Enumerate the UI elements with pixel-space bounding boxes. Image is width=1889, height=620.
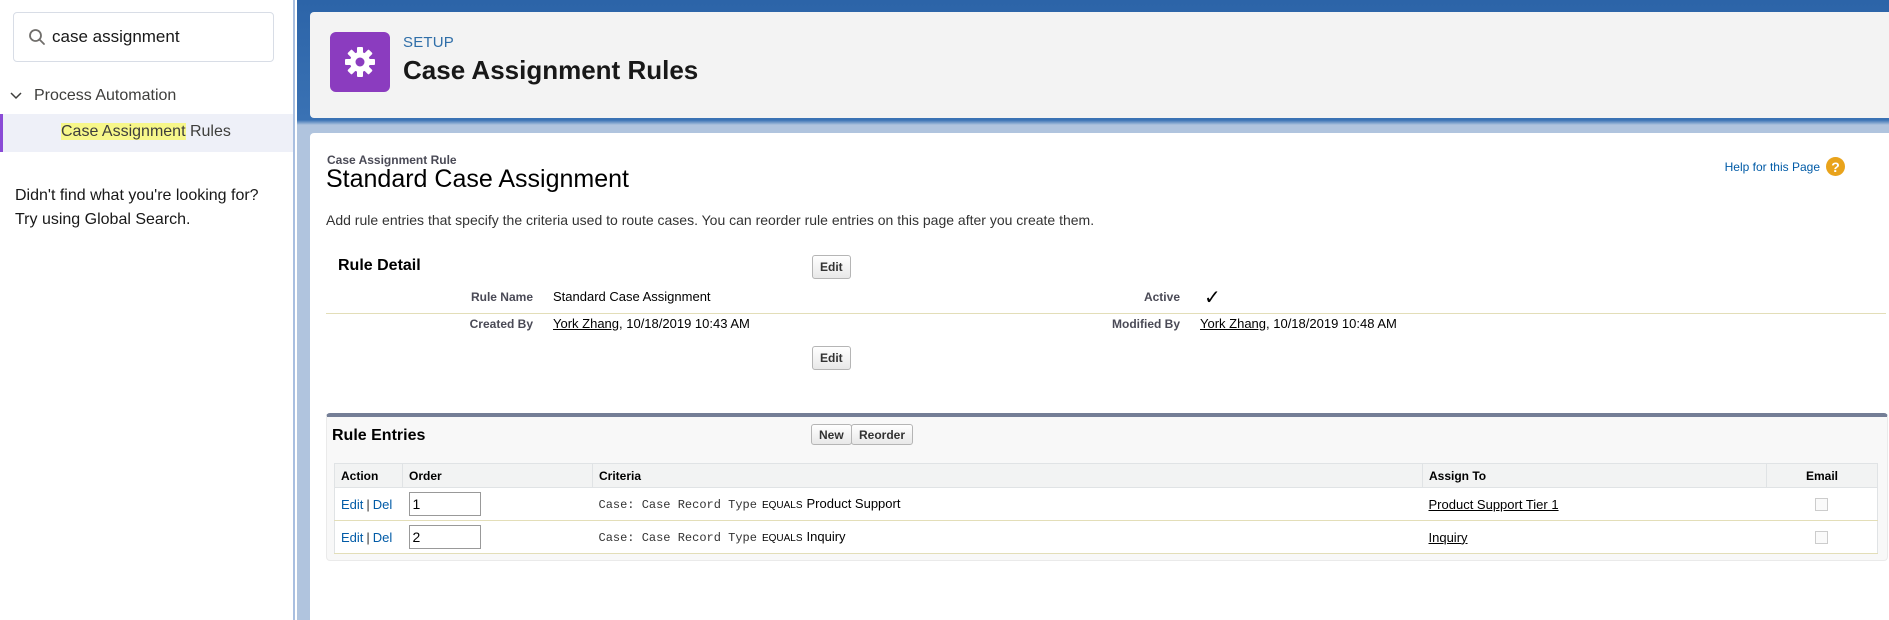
created-by-date: , 10/18/2019 10:43 AM — [619, 316, 750, 331]
delete-link[interactable]: Del — [373, 530, 393, 545]
criteria-value: Product Support — [806, 496, 901, 511]
edit-button-top[interactable]: Edit — [812, 255, 851, 279]
tree-parent-label: Process Automation — [34, 87, 177, 104]
col-order: Order — [402, 463, 593, 488]
active-label: Active — [1143, 290, 1180, 304]
rule-entries-title: Rule Entries — [332, 427, 426, 444]
rule-detail-title: Rule Detail — [338, 257, 421, 274]
criteria-field: Case: Case Record Type — [598, 531, 757, 545]
not-found-line1: Didn't find what you're looking for? — [15, 187, 259, 204]
modified-by-date: , 10/18/2019 10:48 AM — [1266, 316, 1397, 331]
order-input[interactable] — [408, 525, 481, 549]
edit-link[interactable]: Edit — [341, 530, 363, 545]
rule-name-label: Rule Name — [470, 290, 533, 304]
assign-cell: Product Support Tier 1 — [1422, 487, 1767, 521]
assign-to-link[interactable]: Inquiry — [1429, 530, 1468, 545]
table-row: Edit|Del Case: Case Record TypeEQUALSInq… — [334, 520, 1878, 554]
active-checkmark-icon: ✓ — [1204, 287, 1221, 309]
quick-find-input[interactable] — [52, 23, 262, 51]
rule-entries-section: Rule Entries New Reorder Action Order Cr… — [326, 413, 1888, 561]
criteria-value: Inquiry — [806, 529, 846, 544]
table-row: Edit|Del Case: Case Record TypeEQUALSPro… — [334, 487, 1878, 521]
setup-label: SETUP — [403, 34, 455, 51]
assign-to-link[interactable]: Product Support Tier 1 — [1429, 497, 1559, 512]
tree-child-label: Case Assignment Rules — [61, 123, 231, 141]
email-checkbox — [1815, 530, 1829, 544]
gear-icon — [345, 47, 375, 77]
detail-divider — [326, 313, 1886, 314]
created-by-label: Created By — [469, 317, 533, 331]
rule-title: Standard Case Assignment — [326, 165, 629, 193]
action-separator: | — [366, 529, 370, 545]
modified-by-label: Modified By — [1112, 317, 1180, 331]
created-by-value: York Zhang, 10/18/2019 10:43 AM — [553, 316, 750, 331]
content-panel: Case Assignment Rule Standard Case Assig… — [310, 133, 1889, 620]
criteria-field: Case: Case Record Type — [598, 498, 757, 512]
edit-button-bottom[interactable]: Edit — [812, 346, 851, 370]
col-action: Action — [334, 463, 403, 488]
page-header: SETUP Case Assignment Rules — [310, 12, 1889, 118]
email-checkbox — [1815, 497, 1829, 511]
row-actions: Edit | Del — [334, 520, 403, 554]
order-cell — [402, 487, 593, 521]
tree-item-process-automation[interactable]: Process Automation — [8, 84, 176, 108]
not-found-message: Didn't find what you're looking for? Try… — [15, 184, 259, 232]
criteria-operator: EQUALS — [761, 533, 803, 544]
table-header-row: Action Order Criteria Assign To Email — [334, 463, 1878, 488]
order-input[interactable] — [408, 492, 481, 516]
modified-by-user-link[interactable]: York Zhang — [1200, 316, 1266, 331]
order-cell — [402, 520, 593, 554]
reorder-button[interactable]: Reorder — [851, 424, 914, 445]
criteria-cell: Case: Case Record Type EQUALS Inquiry — [592, 520, 1423, 554]
quick-find-box[interactable] — [13, 12, 274, 62]
criteria-operator: EQUALS — [761, 500, 803, 511]
tree-child-label-rest: Rules — [185, 123, 231, 140]
page-title: Case Assignment Rules — [403, 55, 699, 85]
email-cell — [1766, 520, 1878, 554]
help-link[interactable]: Help for this Page ? — [1725, 157, 1845, 176]
search-highlight: Case Assignment — [61, 123, 186, 140]
new-entry-button[interactable]: New — [811, 424, 852, 445]
main-area: SETUP Case Assignment Rules Case Assignm… — [297, 0, 1889, 620]
search-icon — [29, 29, 45, 45]
chevron-down-icon[interactable] — [8, 88, 24, 104]
rule-name-value: Standard Case Assignment — [553, 289, 711, 304]
delete-link[interactable]: Del — [373, 497, 393, 512]
page-description: Add rule entries that specify the criter… — [326, 212, 1095, 228]
setup-sidebar: Process Automation Case Assignment Rules… — [0, 0, 295, 620]
email-cell — [1766, 487, 1878, 521]
modified-by-value: York Zhang, 10/18/2019 10:48 AM — [1200, 316, 1397, 331]
assign-cell: Inquiry — [1422, 520, 1767, 554]
row-actions: Edit | Del — [334, 487, 403, 521]
not-found-line2: Try using Global Search. — [15, 211, 191, 228]
criteria-cell: Case: Case Record Type EQUALS Product Supp… — [592, 487, 1423, 521]
edit-link[interactable]: Edit — [341, 497, 363, 512]
action-separator: | — [366, 496, 370, 512]
help-icon[interactable]: ? — [1826, 157, 1845, 176]
help-link-label: Help for this Page — [1724, 159, 1820, 174]
col-email: Email — [1766, 463, 1878, 488]
created-by-user-link[interactable]: York Zhang — [553, 316, 619, 331]
setup-icon-badge — [330, 32, 390, 92]
tree-item-case-assignment-rules[interactable]: Case Assignment Rules — [0, 114, 293, 152]
col-criteria: Criteria — [592, 463, 1423, 488]
col-assign-to: Assign To — [1422, 463, 1767, 488]
rule-entries-table: Action Order Criteria Assign To Email Ed… — [334, 463, 1878, 554]
